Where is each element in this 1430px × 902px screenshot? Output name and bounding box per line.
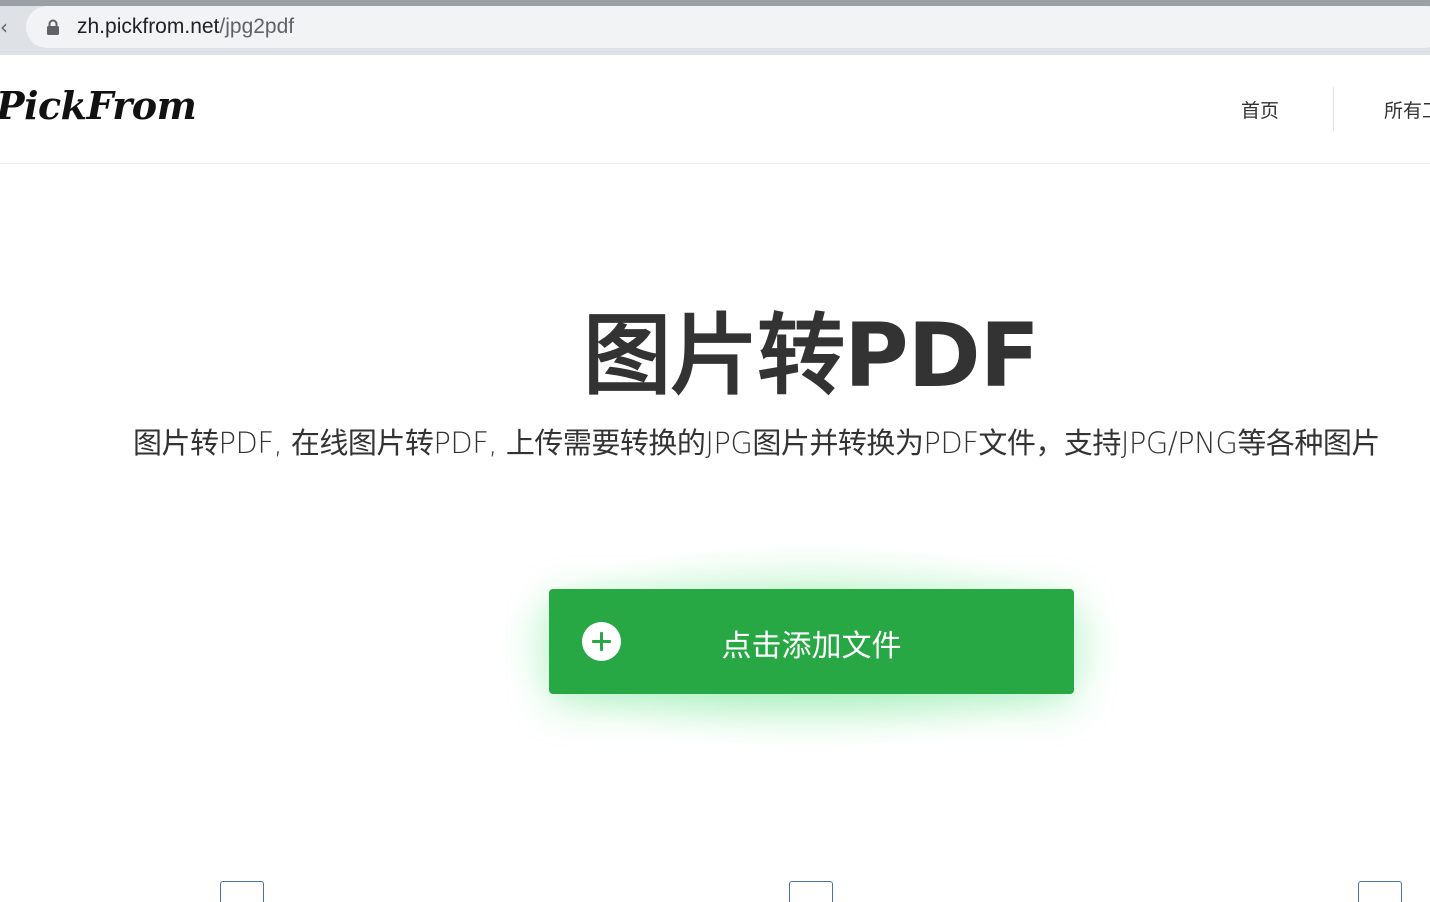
page-subtitle: 图片转PDF, 在线图片转PDF, 上传需要转换的JPG图片并转换为PDF文件，… [133,426,1380,460]
lock-icon[interactable] [46,19,60,35]
address-bar[interactable]: zh.pickfrom.net/jpg2pdf [26,6,1430,48]
url-path: /jpg2pdf [219,15,295,38]
site-header: PickFrom 首页 所有工 [0,55,1430,164]
nav-divider [1333,87,1334,131]
site-logo[interactable]: PickFrom [0,83,197,128]
url-host: zh.pickfrom.net [77,15,220,38]
browser-toolbar: ‹ zh.pickfrom.net/jpg2pdf [0,0,1430,55]
feature-card-icon [1358,881,1402,902]
add-file-label: 点击添加文件 [721,629,902,664]
url-text[interactable]: zh.pickfrom.net/jpg2pdf [77,15,294,39]
page-title: 图片转PDF [583,304,1040,407]
add-file-button[interactable]: 点击添加文件 [549,589,1074,694]
nav-home-link[interactable]: 首页 [1241,96,1279,123]
nav-all-tools-link[interactable]: 所有工 [1384,96,1430,123]
back-arrow-icon[interactable]: ‹ [0,14,10,40]
feature-card-icon [220,881,264,902]
feature-card-icon [789,881,833,902]
